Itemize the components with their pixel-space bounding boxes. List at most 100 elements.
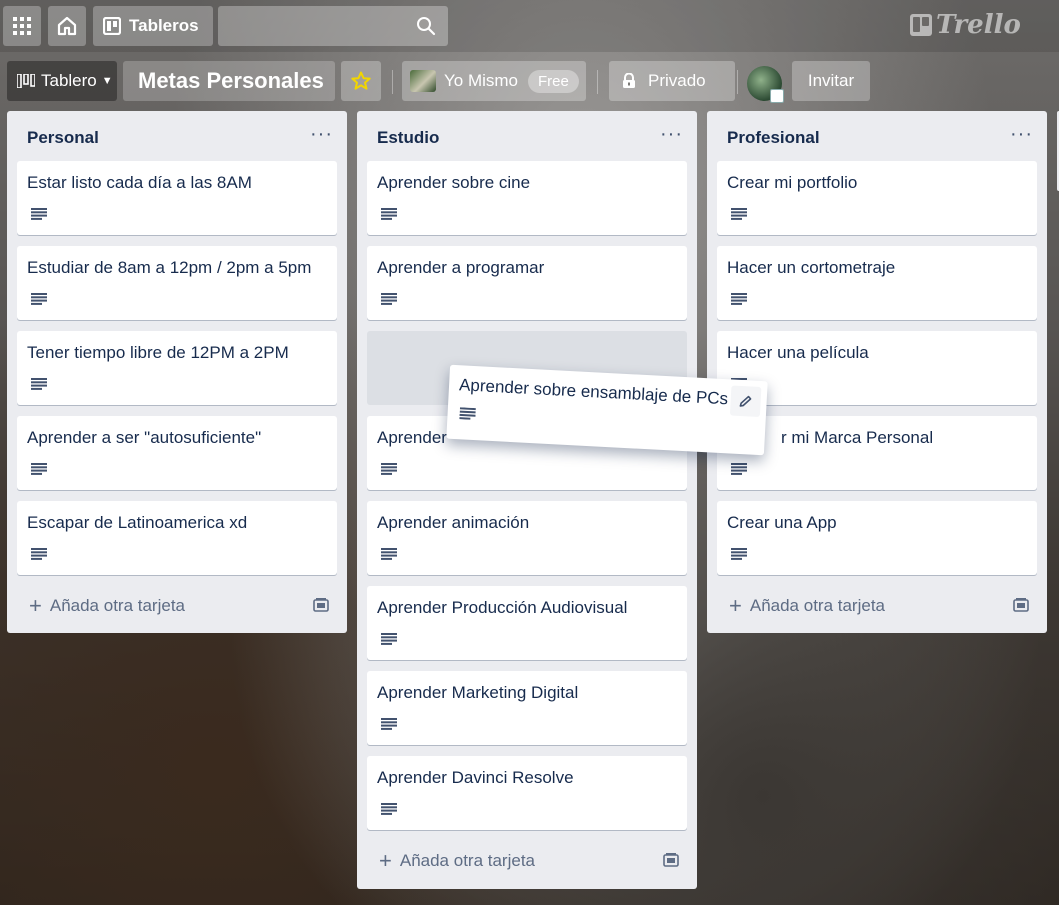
divider xyxy=(392,70,393,94)
team-label: Yo Mismo xyxy=(444,71,519,90)
board-view-switcher[interactable]: Tablero ▼ xyxy=(7,61,117,101)
team-avatar xyxy=(410,70,436,92)
card[interactable]: Aprender Davinci Resolve xyxy=(367,756,687,830)
card-title: Aprender sobre cine xyxy=(377,173,531,192)
description-icon xyxy=(381,548,397,560)
card[interactable]: Crear mi portfolio xyxy=(717,161,1037,235)
free-badge: Free xyxy=(528,69,579,93)
card[interactable]: Hacer un cortometraje xyxy=(717,246,1037,320)
plus-icon: + xyxy=(729,593,742,618)
description-icon xyxy=(31,378,47,390)
plus-icon: + xyxy=(29,593,42,618)
top-bar: Tableros Trello xyxy=(0,0,1059,52)
list-menu-icon[interactable]: ··· xyxy=(310,123,333,146)
description-icon xyxy=(381,293,397,305)
admin-badge-icon xyxy=(770,89,784,103)
description-icon xyxy=(731,463,747,475)
list-estudio: Estudio ··· Aprender sobre cine Aprender… xyxy=(357,111,697,889)
privacy-button[interactable]: Privado xyxy=(609,61,735,101)
card-title: Estudiar de 8am a 12pm / 2pm a 5pm xyxy=(27,258,312,277)
plus-icon: + xyxy=(379,848,392,873)
add-card-button[interactable]: + Añada otra tarjeta xyxy=(379,850,535,872)
description-icon xyxy=(31,548,47,560)
board-view-label: Tablero xyxy=(41,71,97,90)
board-title[interactable]: Metas Personales xyxy=(123,61,335,101)
edit-card-button[interactable] xyxy=(729,385,762,418)
list-title[interactable]: Estudio xyxy=(377,128,439,148)
trello-logo[interactable]: Trello xyxy=(910,10,1021,40)
add-card-label: Añada otra tarjeta xyxy=(49,596,186,615)
card-title: Hacer una película xyxy=(727,343,869,362)
boards-button[interactable]: Tableros xyxy=(93,6,213,46)
description-icon xyxy=(31,208,47,220)
boards-icon xyxy=(103,17,121,35)
card-title: Hacer un cortometraje xyxy=(727,258,896,277)
list-personal: Personal ··· Estar listo cada día a las … xyxy=(7,111,347,633)
card[interactable]: Escapar de Latinoamerica xd xyxy=(17,501,337,575)
privacy-label: Privado xyxy=(648,71,706,90)
card-title: Crear mi portfolio xyxy=(727,173,858,192)
card-template-icon[interactable] xyxy=(313,597,329,613)
divider xyxy=(737,70,738,94)
card-title: Aprender Marketing Digital xyxy=(377,683,579,702)
star-icon xyxy=(351,71,371,90)
description-icon xyxy=(731,293,747,305)
card-title: Crear una App xyxy=(727,513,837,532)
star-board-button[interactable] xyxy=(341,61,381,101)
card-title: Escapar de Latinoamerica xd xyxy=(27,513,248,532)
list-title[interactable]: Profesional xyxy=(727,128,820,148)
card[interactable]: Estudiar de 8am a 12pm / 2pm a 5pm xyxy=(17,246,337,320)
description-icon xyxy=(731,208,747,220)
search-input[interactable] xyxy=(218,6,448,46)
card[interactable]: Aprender a ser "autosuficiente" xyxy=(17,416,337,490)
description-icon xyxy=(31,463,47,475)
team-button[interactable]: Yo Mismo Free xyxy=(402,61,586,101)
card-title: Aprender a ser "autosuficiente" xyxy=(27,428,262,447)
add-card-label: Añada otra tarjeta xyxy=(749,596,886,615)
card-title: Estar listo cada día a las 8AM xyxy=(27,173,252,192)
invite-button[interactable]: Invitar xyxy=(792,61,870,101)
card[interactable]: Aprender Producción Audiovisual xyxy=(367,586,687,660)
card[interactable]: Aprender Marketing Digital xyxy=(367,671,687,745)
card[interactable]: Crear una App xyxy=(717,501,1037,575)
chevron-down-icon: ▼ xyxy=(101,75,113,87)
list-header: Estudio ··· xyxy=(357,111,697,161)
home-button[interactable] xyxy=(48,6,86,46)
card-title: Aprender a programar xyxy=(377,258,545,277)
boards-label: Tableros xyxy=(129,16,199,35)
card[interactable]: Tener tiempo libre de 12PM a 2PM xyxy=(17,331,337,405)
list-header: Personal ··· xyxy=(7,111,347,161)
search-icon[interactable] xyxy=(416,16,436,36)
card[interactable]: Aprender animación xyxy=(367,501,687,575)
card[interactable]: Aprender a programar xyxy=(367,246,687,320)
card-title: r mi Marca Personal xyxy=(781,428,934,447)
pencil-icon xyxy=(739,395,752,407)
member-avatar[interactable] xyxy=(747,66,784,103)
list-menu-icon[interactable]: ··· xyxy=(1010,123,1033,146)
card-title: Aprender Producción Audiovisual xyxy=(377,598,628,617)
card-template-icon[interactable] xyxy=(663,852,679,868)
card[interactable]: Aprender sobre cine xyxy=(367,161,687,235)
description-icon xyxy=(381,633,397,645)
card-title: Aprender animación xyxy=(377,513,530,532)
divider xyxy=(597,70,598,94)
description-icon xyxy=(381,208,397,220)
trello-logo-text: Trello xyxy=(936,10,1021,40)
list-title[interactable]: Personal xyxy=(27,128,99,148)
apps-button[interactable] xyxy=(3,6,41,46)
card-title: Aprender sobre ensamblaje de PCs xyxy=(458,375,729,409)
trello-logo-icon xyxy=(910,14,932,36)
description-icon xyxy=(381,463,397,475)
list-menu-icon[interactable]: ··· xyxy=(660,123,683,146)
add-card-button[interactable]: + Añada otra tarjeta xyxy=(29,595,185,617)
board-view-icon xyxy=(17,74,35,88)
description-icon xyxy=(731,548,747,560)
card-template-icon[interactable] xyxy=(1013,597,1029,613)
card-title: Aprender Davinci Resolve xyxy=(377,768,574,787)
lock-icon xyxy=(623,73,635,88)
description-icon xyxy=(31,293,47,305)
description-icon xyxy=(381,803,397,815)
add-card-button[interactable]: + Añada otra tarjeta xyxy=(729,595,885,617)
card[interactable]: Estar listo cada día a las 8AM xyxy=(17,161,337,235)
apps-grid-icon xyxy=(13,17,31,35)
